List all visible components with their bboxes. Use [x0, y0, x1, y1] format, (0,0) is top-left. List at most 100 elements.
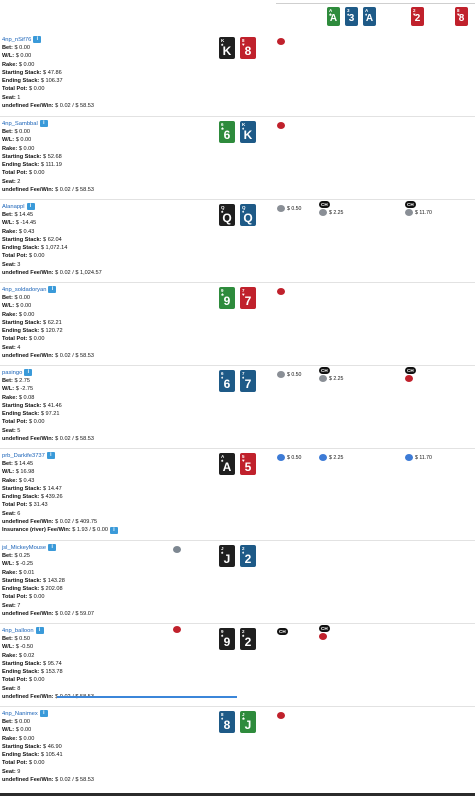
card-k-of-diamonds: K ♦ K: [240, 121, 256, 143]
player-name-link[interactable]: jsl_MickeyMouse: [2, 545, 46, 551]
player-total-pot-line: Total Pot: $ 0.00: [2, 85, 192, 93]
fee-win-value: $ 0.02 / $ 58.53: [55, 353, 94, 360]
fold-marker: [277, 38, 285, 45]
total-pot-label: Total Pot:: [2, 336, 28, 343]
player-name-row: prb_Darkife3737 i: [2, 451, 192, 460]
sitout-marker: [173, 546, 181, 553]
total-pot-label: Total Pot:: [2, 170, 28, 177]
seat-value: 2: [17, 178, 21, 185]
player-info: jsl_MickeyMouse i Bet: $ 0.25 W/L: $ -0.25 R…: [2, 543, 192, 618]
player-name-link[interactable]: 4np_Nanimex: [2, 711, 38, 717]
board-cards: A ♣ A 3 ♦ 3 A ♦ A 2 ♥ 2 8 ♥ 8: [0, 0, 475, 32]
player-name-link[interactable]: pasingo: [2, 370, 22, 376]
rake-label: Rake:: [2, 394, 18, 401]
player-starting-stack-line: Starting Stack: $ 14.47: [2, 485, 192, 493]
bet-label: Bet:: [2, 636, 13, 642]
player-starting-stack-line: Starting Stack: $ 46.90: [2, 743, 192, 751]
player-total-pot-line: Total Pot: $ 0.00: [2, 759, 192, 767]
rake-value: $ 0.01: [18, 569, 35, 576]
win-loss-value: $ -14.45: [15, 220, 37, 227]
player-info-icon[interactable]: i: [39, 120, 48, 127]
card-rank: 8: [458, 13, 465, 24]
card-3-of-diamonds: 3 ♦ 3: [345, 7, 358, 26]
player-info-icon[interactable]: i: [46, 452, 55, 459]
player-seat-line: Seat: 9: [2, 768, 192, 776]
seat-value: 6: [17, 510, 21, 517]
rake-value: $ 0.00: [18, 61, 35, 68]
player-win-loss-line: W/L: $ -0.50: [2, 643, 192, 651]
seat-label: Seat:: [2, 94, 16, 101]
player-ending-stack-line: Ending Stack: $ 97.21: [2, 410, 192, 418]
check-badge: CH: [405, 367, 416, 374]
check-badge: CH: [319, 367, 330, 374]
rake-label: Rake:: [2, 652, 18, 659]
seat-label: Seat:: [2, 261, 16, 268]
player-name-row: jsl_MickeyMouse i: [2, 543, 192, 552]
ending-stack-value: $ 439.26: [40, 494, 63, 501]
starting-stack-label: Starting Stack:: [2, 485, 42, 492]
flop-action: $ 2.25: [319, 375, 343, 382]
player-fee-win-line: undefined Fee/Win: $ 0.02 / $ 58.53: [2, 776, 192, 784]
player-info-icon[interactable]: i: [35, 627, 44, 634]
player-name-link[interactable]: 4np_balloon: [2, 628, 34, 634]
player-name-link[interactable]: 4np_nSif76: [2, 37, 31, 43]
player-name-link[interactable]: Alanappl: [2, 204, 25, 210]
ending-stack-value: $ 106.37: [40, 78, 63, 85]
player-info-icon[interactable]: i: [24, 369, 33, 376]
player-ending-stack-line: Ending Stack: $ 439.26: [2, 493, 192, 501]
player-info-icon[interactable]: i: [48, 544, 57, 551]
starting-stack-label: Starting Stack:: [2, 660, 42, 667]
rake-value: $ 0.43: [18, 228, 35, 235]
fee-win-label: undefined Fee/Win:: [2, 694, 54, 701]
win-loss-value: $ 16.98: [15, 469, 35, 476]
player-win-loss-line: W/L: $ -14.45: [2, 219, 192, 227]
card-6-of-clubs: 6 ♣ 6: [219, 121, 235, 143]
card-q-of-spades: Q ♠ Q: [219, 204, 235, 226]
total-pot-value: $ 0.00: [28, 170, 45, 177]
bet-value: $ 14.45: [14, 461, 34, 467]
action-amount: $ 0.50: [287, 454, 302, 461]
win-loss-value: $ 0.00: [15, 53, 32, 60]
action-amount: $ 2.25: [329, 209, 344, 216]
win-loss-value: $ 0.00: [15, 727, 32, 734]
seat-label: Seat:: [2, 178, 16, 185]
player-seat-line: Seat: 1: [2, 94, 192, 102]
card-rank: Q: [243, 211, 253, 225]
player-info-icon[interactable]: i: [39, 710, 48, 717]
card-k-of-spades: K ♠ K: [219, 37, 235, 59]
seat-value: 1: [17, 94, 21, 101]
seat-label: Seat:: [2, 344, 16, 351]
insurance-label: Insurance (river) Fee/Win:: [2, 527, 71, 534]
win-loss-label: W/L:: [2, 220, 15, 227]
total-pot-label: Total Pot:: [2, 419, 28, 426]
player-info-icon[interactable]: i: [48, 286, 57, 293]
chip-icon: [277, 205, 285, 212]
player-info-icon[interactable]: i: [33, 36, 42, 43]
player-name-link[interactable]: 4np_Sambbal: [2, 121, 38, 127]
win-loss-label: W/L:: [2, 644, 15, 651]
card-2-of-diamonds: 2 ♦ 2: [240, 545, 256, 567]
check-badge: CH: [319, 201, 330, 208]
bet-label: Bet:: [2, 378, 13, 384]
player-starting-stack-line: Starting Stack: $ 47.86: [2, 69, 192, 77]
fee-win-label: undefined Fee/Win:: [2, 270, 54, 277]
player-name-link[interactable]: prb_Darkife3737: [2, 453, 45, 459]
player-win-loss-line: W/L: $ 16.98: [2, 468, 192, 476]
card-6-of-diamonds: 6 ♦ 6: [219, 370, 235, 392]
bet-value: $ 2.75: [14, 378, 31, 384]
starting-stack-value: $ 52.68: [43, 153, 62, 160]
ending-stack-label: Ending Stack:: [2, 411, 40, 418]
bet-value: $ 0.00: [14, 295, 31, 301]
card-rank: Q: [222, 211, 232, 225]
action-amount: $ 0.50: [287, 371, 302, 378]
win-loss-label: W/L:: [2, 469, 15, 476]
insurance-info-icon[interactable]: i: [110, 527, 118, 535]
player-ending-stack-line: Ending Stack: $ 111.19: [2, 161, 192, 169]
win-loss-label: W/L:: [2, 727, 15, 734]
check-badge: CH: [405, 201, 416, 208]
win-loss-label: W/L:: [2, 561, 15, 568]
player-info-icon[interactable]: i: [26, 203, 35, 210]
player-row: Alanappl i Bet: $ 14.45 W/L: $ -14.45 Rake: …: [0, 199, 475, 282]
player-name-link[interactable]: 4np_soldadoryan: [2, 287, 46, 293]
rake-label: Rake:: [2, 228, 18, 235]
